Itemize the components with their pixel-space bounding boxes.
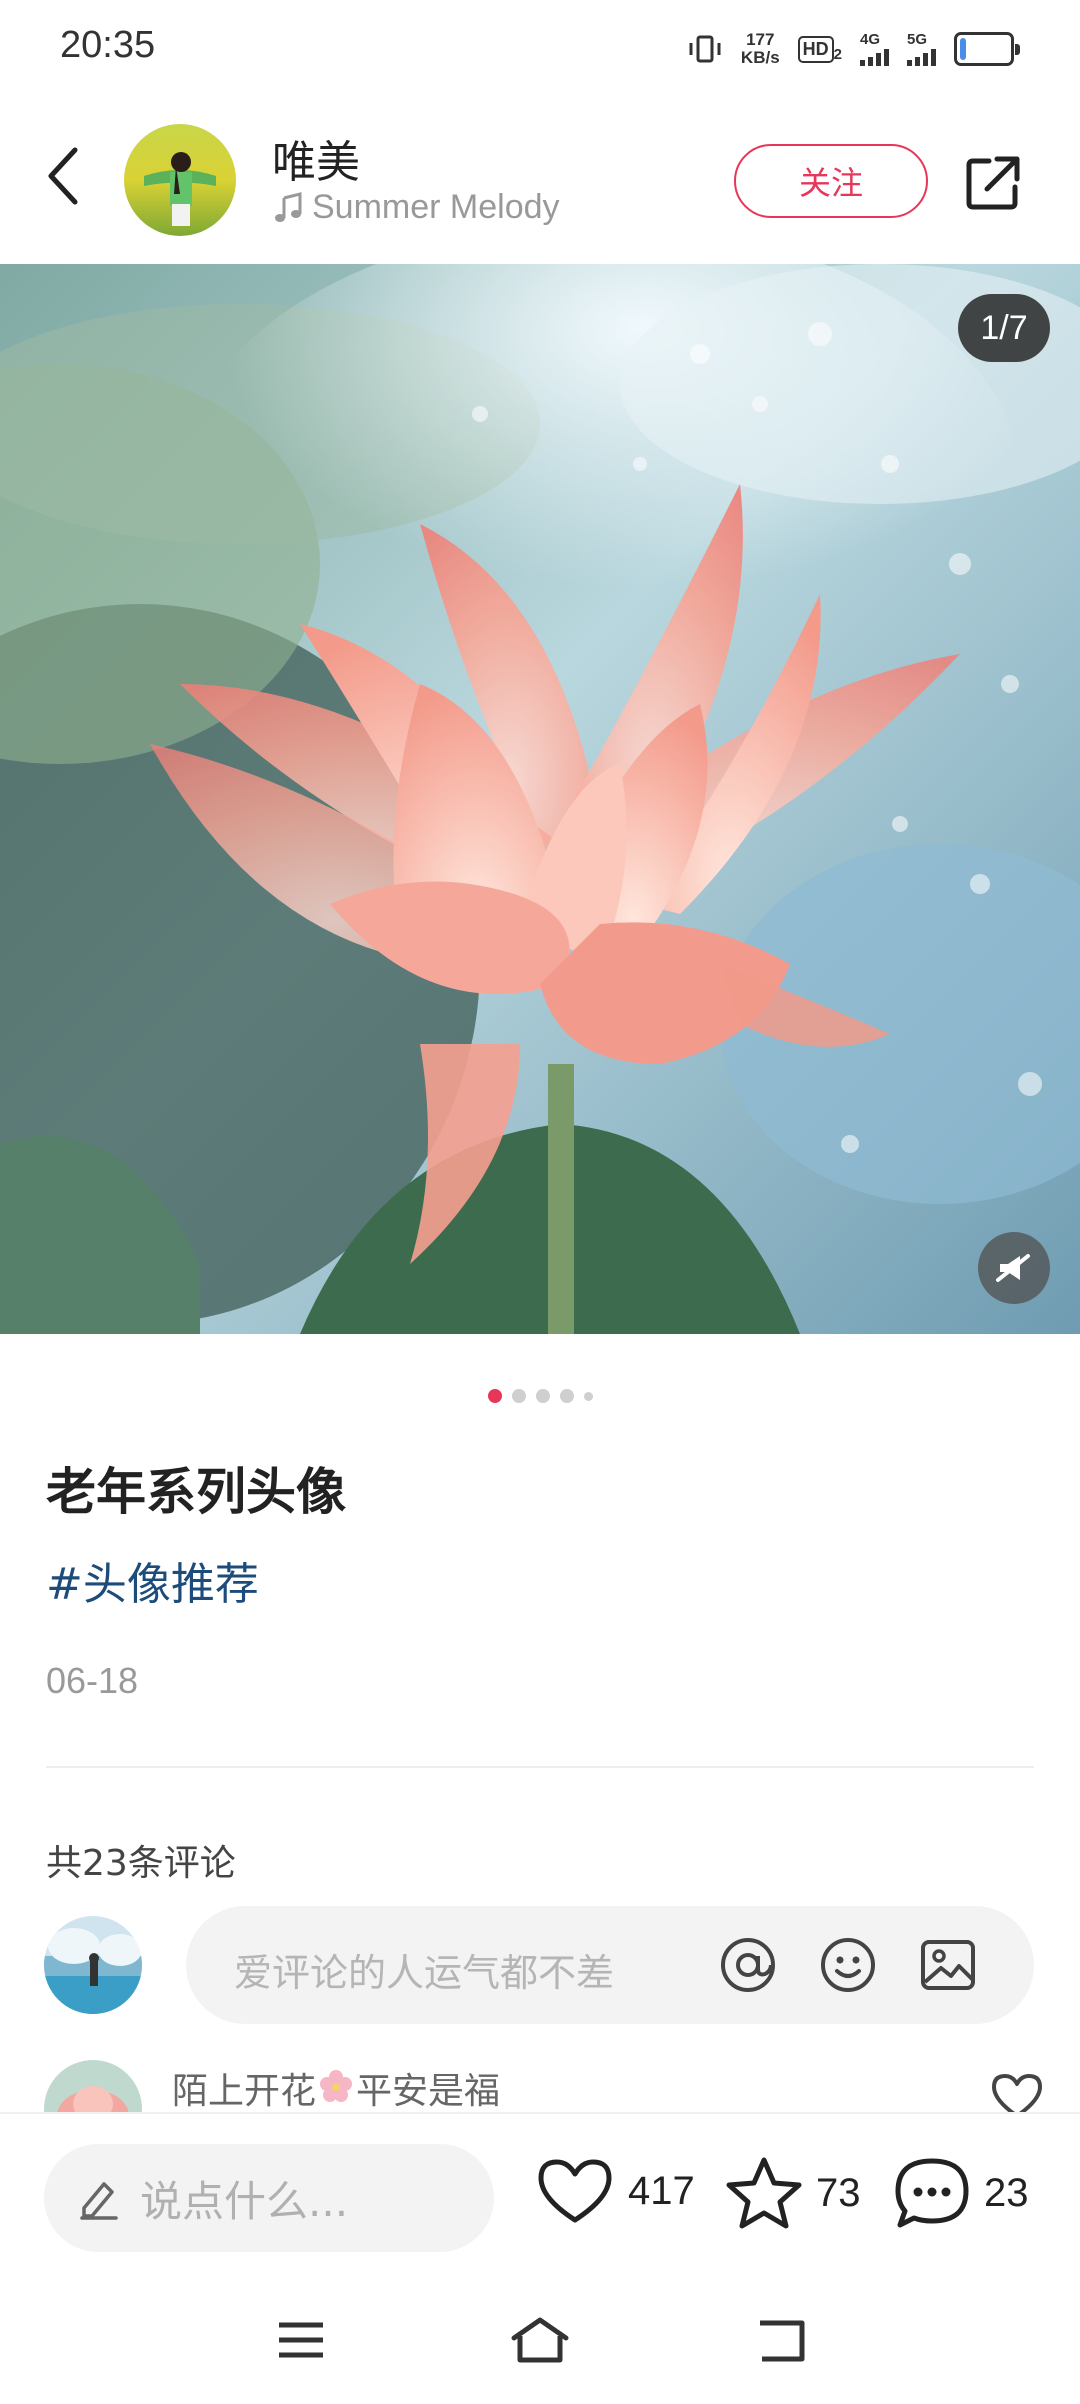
- comment-item[interactable]: 陌上开花 平安是福: [0, 2060, 1080, 2112]
- say-something-placeholder: 说点什么...: [140, 2176, 349, 2226]
- favorite-count: 73: [816, 2170, 861, 2215]
- pencil-icon: [80, 2182, 118, 2220]
- image-pagination: [0, 1386, 1080, 1406]
- pagination-dot: [511, 1389, 526, 1403]
- image-counter: 1/7: [958, 294, 1050, 362]
- signal-4g-icon: 4G: [860, 32, 889, 66]
- music-note-icon: [275, 191, 302, 222]
- my-avatar: [44, 1916, 142, 2014]
- mute-button[interactable]: [978, 1232, 1050, 1304]
- return-icon: [760, 2320, 805, 2362]
- hd-sub: 2: [833, 45, 842, 63]
- system-nav-bar: [0, 2280, 1080, 2404]
- flower-emoji-icon: [316, 2069, 356, 2112]
- pagination-dot: [559, 1389, 574, 1403]
- battery-level: [960, 38, 966, 60]
- post-header: 唯美 Summer Melody 关注: [0, 96, 1080, 264]
- signal-5g-icon: 5G: [907, 32, 936, 66]
- status-bar: 20:35 177 KB/s HD 2 4G 5G: [0, 0, 1080, 96]
- post-title: 老年系列头像: [46, 1463, 346, 1521]
- sim1-label: 4G: [860, 31, 881, 48]
- menu-button[interactable]: [266, 2310, 336, 2370]
- share-button[interactable]: [958, 148, 1028, 218]
- comment-total: 23: [984, 2170, 1029, 2215]
- menu-icon: [279, 2322, 323, 2358]
- emoji-icon[interactable]: [818, 1935, 878, 1995]
- pagination-dot: [487, 1389, 502, 1403]
- like-button[interactable]: 417: [536, 2156, 695, 2226]
- commenter-name[interactable]: 陌上开花 平安是福: [172, 2062, 500, 2112]
- comment-button[interactable]: 23: [894, 2156, 1029, 2230]
- follow-button[interactable]: 关注: [734, 144, 928, 218]
- image-icon[interactable]: [918, 1935, 978, 1995]
- back-nav-button[interactable]: [746, 2310, 816, 2370]
- home-button[interactable]: [505, 2310, 575, 2370]
- sim2-label: 5G: [907, 31, 928, 48]
- favorite-button[interactable]: 73: [726, 2156, 861, 2230]
- back-icon: [48, 147, 78, 205]
- mute-icon: [996, 1254, 1030, 1282]
- post-image[interactable]: 1/7: [0, 264, 1080, 1334]
- net-speed: 177 KB/s: [741, 31, 780, 67]
- say-something-input[interactable]: 说点什么...: [44, 2144, 494, 2252]
- hd-label: HD: [797, 35, 834, 63]
- divider: [46, 1766, 1034, 1768]
- author-name[interactable]: 唯美: [272, 126, 360, 190]
- pagination-dot: [535, 1389, 550, 1403]
- commenter-name-suffix: 平安是福: [356, 2071, 501, 2112]
- music-tag[interactable]: Summer Melody: [274, 188, 560, 227]
- home-icon: [511, 2317, 569, 2363]
- music-title: Summer Melody: [312, 188, 560, 226]
- share-icon: [966, 156, 1020, 210]
- author-avatar[interactable]: [124, 124, 236, 236]
- hd-icon: HD 2: [797, 35, 842, 63]
- post-date: 06-18: [46, 1660, 139, 1701]
- comment-like-button[interactable]: [990, 2072, 1044, 2112]
- heart-outline-icon: [992, 2074, 1042, 2112]
- commenter-avatar[interactable]: [44, 2060, 142, 2112]
- like-count: 417: [628, 2168, 695, 2213]
- pagination-dot: [583, 1391, 593, 1401]
- comment-bubble-icon: [895, 2158, 969, 2228]
- net-speed-unit: KB/s: [740, 48, 780, 67]
- comment-count: 共23条评论: [46, 1843, 236, 1884]
- back-button[interactable]: [36, 144, 90, 208]
- status-time: 20:35: [60, 24, 156, 66]
- battery-icon: [954, 32, 1020, 66]
- net-speed-value: 177: [746, 30, 775, 49]
- vibrate-icon: [687, 34, 723, 64]
- status-icons: 177 KB/s HD 2 4G 5G: [687, 26, 1020, 72]
- at-icon[interactable]: [718, 1935, 778, 1995]
- lotus-image: [0, 264, 1080, 1334]
- comment-input[interactable]: 爱评论的人运气都不差: [186, 1906, 1034, 2024]
- star-icon: [726, 2157, 802, 2229]
- heart-icon: [538, 2159, 612, 2223]
- bottom-action-bar: 说点什么... 417 73 23: [0, 2112, 1080, 2280]
- post-hashtag[interactable]: #头像推荐: [46, 1548, 259, 1612]
- comment-input-placeholder: 爱评论的人运气都不差: [234, 1951, 615, 1995]
- commenter-name-text: 陌上开花: [172, 2071, 317, 2112]
